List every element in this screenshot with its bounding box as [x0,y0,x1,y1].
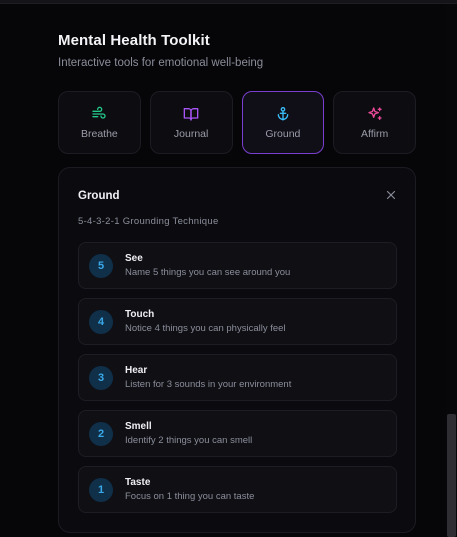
step-taste: 1 Taste Focus on 1 thing you can taste [78,466,397,513]
close-icon[interactable] [384,188,398,202]
panel-subtitle: 5-4-3-2-1 Grounding Technique [78,216,219,227]
step-description: Identify 2 things you can smell [125,435,253,446]
step-number-badge: 4 [89,310,113,334]
step-name: Taste [125,477,151,488]
tool-ground-button[interactable]: Ground [241,91,325,154]
tool-affirm-button[interactable]: Affirm [333,91,416,154]
step-smell: 2 Smell Identify 2 things you can smell [78,410,397,457]
step-number-badge: 1 [89,478,113,502]
top-bar [0,0,457,4]
tool-breathe-button[interactable]: Breathe [58,91,141,154]
wind-icon [92,106,107,119]
panel-title: Ground [78,190,120,202]
step-touch: 4 Touch Notice 4 things you can physical… [78,298,397,345]
anchor-icon [277,106,289,121]
tool-label: Breathe [80,127,118,140]
scrollbar-thumb[interactable] [447,414,456,537]
step-description: Listen for 3 sounds in your environment [125,379,292,390]
step-name: Touch [125,309,155,320]
grounding-steps: 5 See Name 5 things you can see around y… [78,242,397,522]
page-subtitle: Interactive tools for emotional well-bei… [58,57,264,69]
page-header: Mental Health Toolkit Interactive tools … [58,32,263,69]
step-see: 5 See Name 5 things you can see around y… [78,242,397,289]
tool-journal-button[interactable]: Journal [149,91,233,154]
tool-selector: Breathe Journal Ground Affirm [58,91,416,154]
step-number-badge: 5 [89,254,113,278]
step-hear: 3 Hear Listen for 3 sounds in your envir… [78,354,397,401]
step-name: Smell [125,421,152,432]
step-description: Focus on 1 thing you can taste [125,491,255,502]
step-description: Notice 4 things you can physically feel [125,323,286,334]
tool-label: Affirm [361,127,389,140]
page-title: Mental Health Toolkit [58,32,210,49]
step-name: Hear [125,365,148,376]
sparkles-icon [367,106,382,120]
step-description: Name 5 things you can see around you [125,267,291,278]
scrollbar-track[interactable] [446,4,457,537]
tool-label: Journal [173,127,209,140]
step-number-badge: 3 [89,366,113,390]
step-name: See [125,253,143,264]
book-open-icon [183,107,199,121]
ground-panel: Ground 5-4-3-2-1 Grounding Technique 5 S… [58,167,416,533]
step-number-badge: 2 [89,422,113,446]
tool-label: Ground [265,127,301,140]
